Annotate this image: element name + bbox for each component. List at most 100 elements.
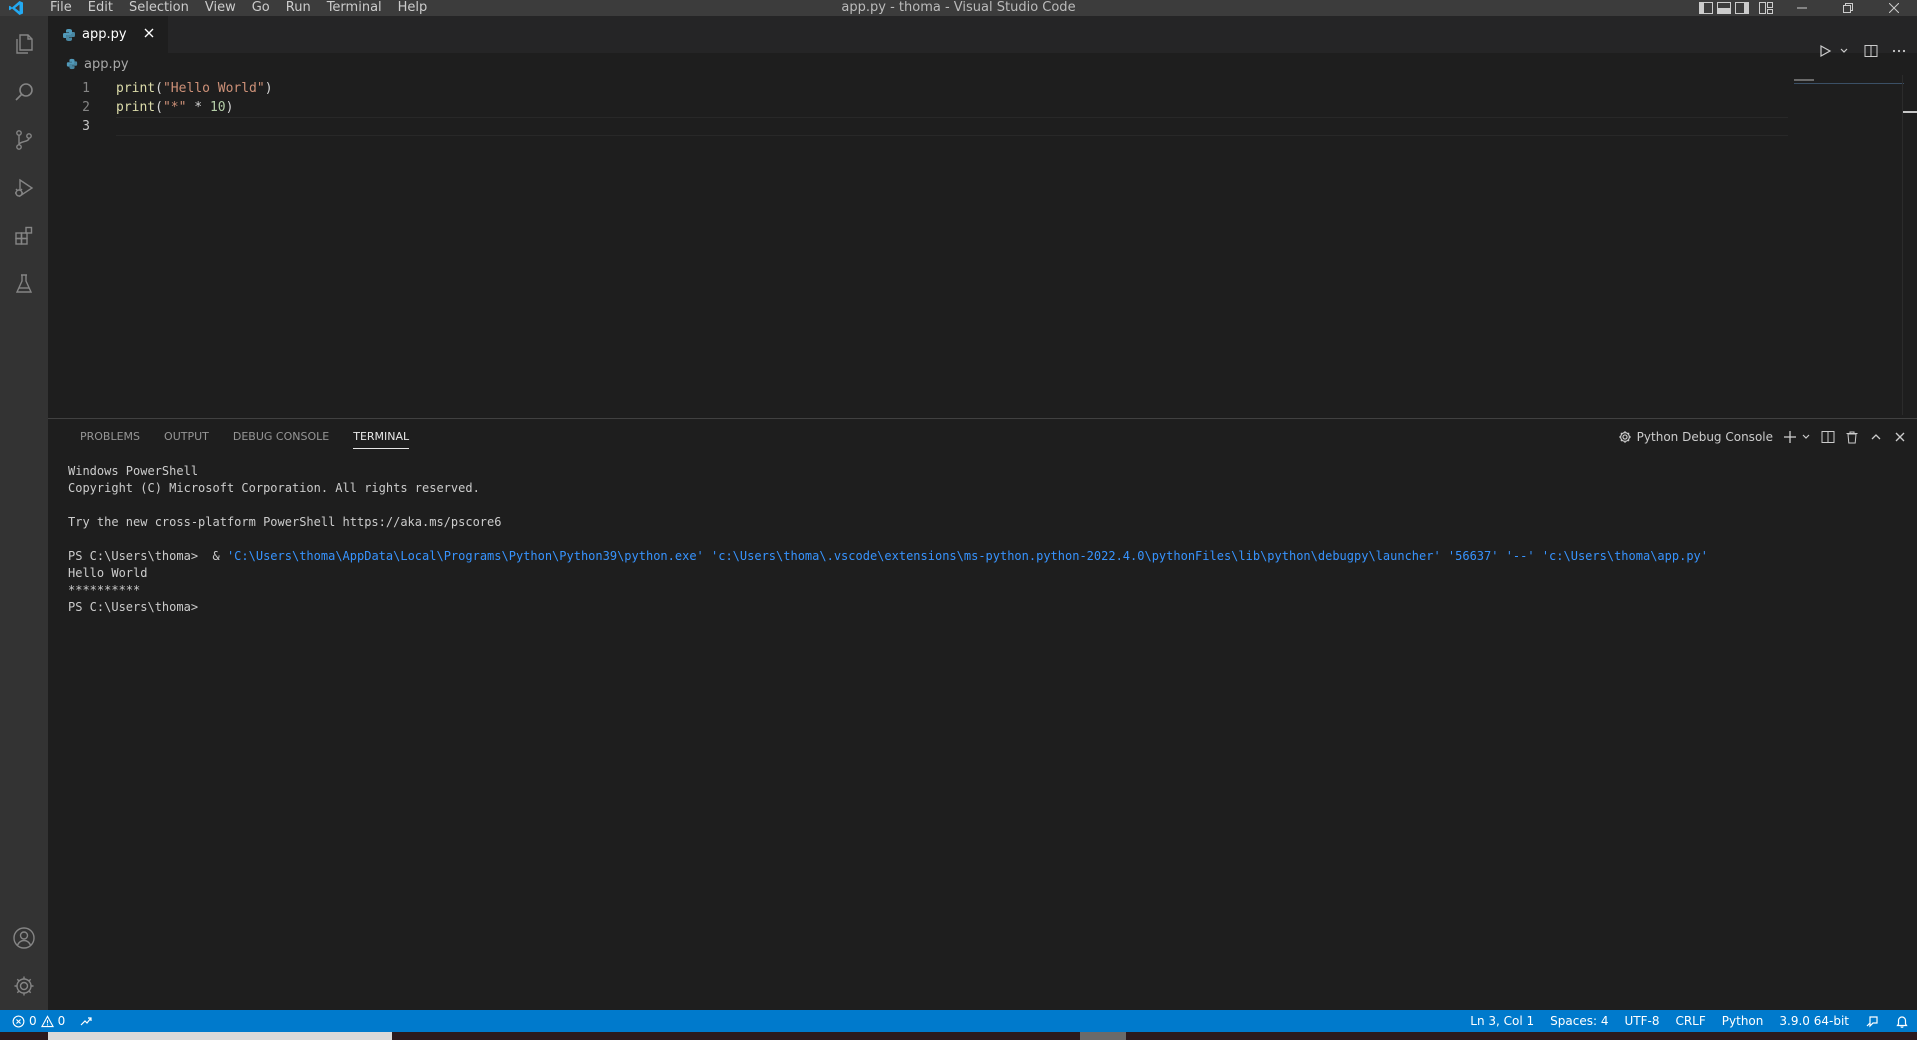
toggle-primary-sidebar-icon[interactable] [1697, 1, 1715, 15]
editor-tabs: app.py [48, 16, 1917, 57]
indentation[interactable]: Spaces: 4 [1550, 1014, 1608, 1028]
panel-tabs: PROBLEMS OUTPUT DEBUG CONSOLE TERMINAL [68, 419, 421, 455]
menu-edit[interactable]: Edit [80, 0, 121, 16]
notifications-bell-icon[interactable] [1895, 1014, 1909, 1028]
debug-gear-icon [1618, 431, 1631, 443]
terminal-line: PS C:\Users\thoma> [68, 600, 199, 614]
code-line[interactable]: 1 print("Hello World") [48, 79, 1788, 98]
terminal-dropdown-chevron-icon[interactable] [1801, 430, 1811, 444]
status-right: Ln 3, Col 1 Spaces: 4 UTF-8 CRLF Python … [1470, 1010, 1909, 1032]
split-terminal-icon[interactable] [1821, 430, 1835, 444]
line-source: print("*" * 10) [116, 98, 233, 117]
python-file-icon [66, 58, 78, 70]
terminal-output[interactable]: Windows PowerShell Copyright (C) Microso… [68, 463, 1908, 616]
tab-problems[interactable]: PROBLEMS [68, 419, 152, 455]
breadcrumb-file[interactable]: app.py [84, 57, 129, 72]
kill-terminal-trash-icon[interactable] [1845, 430, 1859, 444]
close-tab-icon[interactable] [142, 26, 156, 40]
menu-view[interactable]: View [197, 0, 244, 16]
terminal-line: Try the new cross-platform PowerShell ht… [68, 515, 502, 529]
title-bar: File Edit Selection View Go Run Terminal… [0, 0, 1917, 16]
accounts-icon[interactable] [0, 914, 48, 962]
terminal-line: PS C:\Users\thoma> & 'C:\Users\thoma\App… [68, 548, 1908, 565]
tab-debug-console[interactable]: DEBUG CONSOLE [221, 419, 341, 455]
close-window-icon[interactable] [1871, 0, 1917, 16]
tab-output[interactable]: OUTPUT [152, 419, 221, 455]
search-icon[interactable] [0, 68, 48, 116]
source-control-icon[interactable] [0, 116, 48, 164]
terminal-line: Windows PowerShell [68, 464, 199, 478]
minimap-content [1794, 79, 1814, 81]
warning-count: 0 [57, 1014, 66, 1028]
scrollbar-cursor-marker [1903, 111, 1917, 113]
menu-bar: File Edit Selection View Go Run Terminal… [42, 0, 435, 16]
error-count: 0 [29, 1014, 37, 1028]
status-problems[interactable]: 0 0 [12, 1010, 93, 1032]
menu-selection[interactable]: Selection [121, 0, 197, 16]
terminal-prompt: PS C:\Users\thoma> & [68, 549, 227, 563]
code-token: ) [225, 100, 234, 115]
code-token: ( [155, 81, 163, 96]
line-number: 1 [82, 81, 90, 96]
menu-terminal[interactable]: Terminal [319, 0, 390, 16]
code-line[interactable]: 2 print("*" * 10) [48, 98, 1788, 117]
taskbar-segment [48, 1032, 392, 1040]
code-editor[interactable]: 1 print("Hello World") 2 print("*" * 10) 3 [48, 79, 1788, 409]
menu-run[interactable]: Run [278, 0, 319, 16]
minimap-slider [1794, 83, 1904, 84]
python-interpreter[interactable]: 3.9.0 64-bit [1779, 1014, 1849, 1028]
code-token: print [116, 81, 156, 96]
code-token: "Hello World" [162, 81, 265, 96]
code-line[interactable]: 3 [48, 117, 1788, 136]
restore-icon[interactable] [1825, 0, 1871, 16]
manage-gear-icon[interactable] [0, 962, 48, 1010]
file-encoding[interactable]: UTF-8 [1624, 1014, 1659, 1028]
feedback-icon[interactable] [1865, 1014, 1879, 1028]
maximize-panel-chevron-up-icon[interactable] [1869, 430, 1883, 444]
terminal-line: ********** [68, 583, 141, 597]
close-panel-icon[interactable] [1893, 430, 1907, 444]
editor-scrollbar[interactable] [1902, 75, 1917, 415]
panel-actions: Python Debug Console [1618, 419, 1907, 455]
code-token: 10 [209, 100, 226, 115]
taskbar-segment [1080, 1032, 1126, 1040]
language-mode[interactable]: Python [1722, 1014, 1764, 1028]
terminal-name: Python Debug Console [1636, 430, 1773, 444]
line-number: 3 [82, 119, 90, 134]
testing-icon[interactable] [0, 260, 48, 308]
os-taskbar-strip [0, 1032, 1917, 1040]
tab-app-py[interactable]: app.py [48, 16, 168, 53]
minimap[interactable] [1794, 75, 1904, 415]
end-of-line[interactable]: CRLF [1675, 1014, 1705, 1028]
minimize-icon[interactable] [1779, 0, 1825, 16]
activity-bar [0, 16, 48, 1010]
menu-go[interactable]: Go [244, 0, 278, 16]
code-token: print [116, 100, 156, 115]
vscode-logo-icon [8, 0, 28, 16]
error-icon [12, 1015, 25, 1027]
tab-label: app.py [82, 27, 127, 42]
terminal-selector[interactable]: Python Debug Console [1618, 430, 1773, 444]
terminal-line: Copyright (C) Microsoft Corporation. All… [68, 481, 480, 495]
breadcrumb[interactable]: app.py [48, 53, 1917, 75]
code-token: ) [264, 81, 273, 96]
run-debug-icon[interactable] [0, 164, 48, 212]
terminal-command: 'C:\Users\thoma\AppData\Local\Programs\P… [226, 549, 1708, 563]
window-controls [1697, 0, 1917, 16]
live-share-icon[interactable] [79, 1014, 93, 1028]
line-source: print("Hello World") [116, 79, 273, 98]
tab-terminal[interactable]: TERMINAL [341, 419, 421, 455]
customize-layout-icon[interactable] [1757, 1, 1775, 15]
new-terminal-icon[interactable] [1783, 430, 1797, 444]
cursor-position[interactable]: Ln 3, Col 1 [1470, 1014, 1534, 1028]
terminal-line: Hello World [68, 566, 148, 580]
toggle-panel-icon[interactable] [1715, 1, 1733, 15]
explorer-icon[interactable] [0, 20, 48, 68]
menu-file[interactable]: File [42, 0, 80, 16]
extensions-icon[interactable] [0, 212, 48, 260]
menu-help[interactable]: Help [390, 0, 436, 16]
line-number: 2 [82, 100, 90, 115]
toggle-secondary-sidebar-icon[interactable] [1733, 1, 1751, 15]
